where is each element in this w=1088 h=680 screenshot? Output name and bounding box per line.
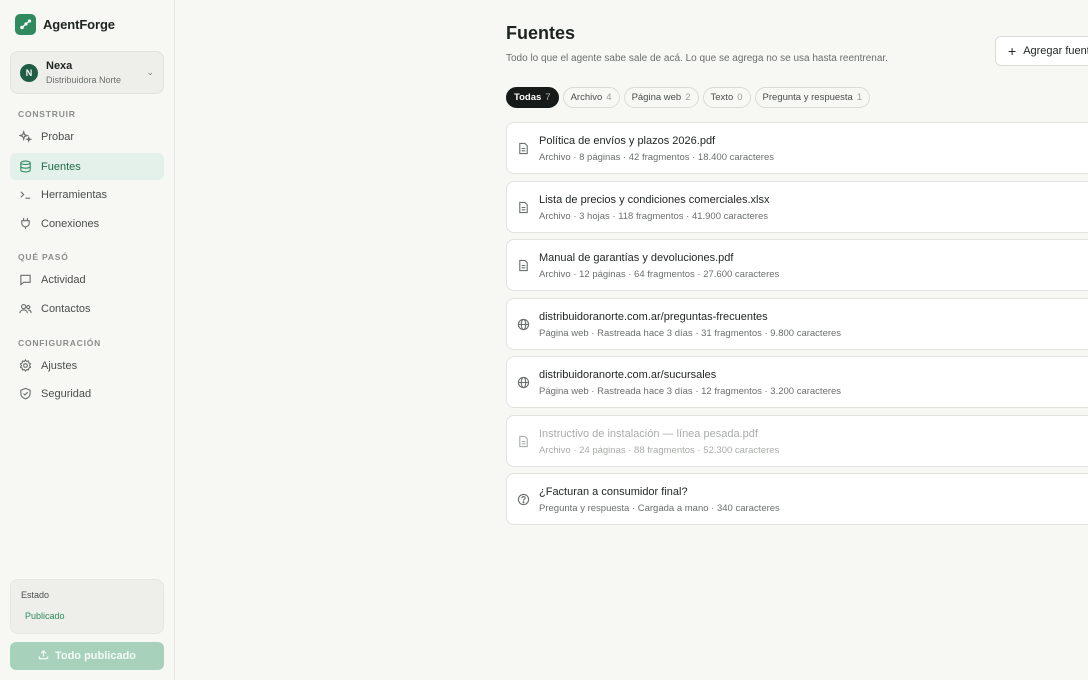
workspace-switcher[interactable]: N Nexa Distribuidora Norte ⌄ [10,51,164,94]
chip-count: 2 [685,92,691,103]
database-icon [19,160,32,173]
plus-icon: + [1008,43,1017,59]
publish-button-label: Todo publicado [54,650,137,662]
source-title: Lista de precios y condiciones comercial… [539,194,770,206]
source-meta: Página web · Rastreada hace 3 días · 31 … [539,328,842,339]
source-meta: Archivo · 8 páginas · 42 fragmentos · 18… [539,152,774,163]
sidebar-item-label: Actividad [41,273,86,286]
filter-chip-pregunta-respuesta[interactable]: Pregunta y respuesta 1 [754,87,871,108]
source-meta: Página web · Rastreada hace 3 días · 12 … [539,386,842,397]
filter-chip-archivo[interactable]: Archivo 4 [562,87,620,108]
filter-chips: Todas 7 Archivo 4 Página web 2 Texto 0 P… [506,87,871,108]
workspace-avatar: N [20,63,38,82]
chip-label: Texto [710,92,734,103]
sidebar-item-label: Herramientas [41,188,108,201]
sidebar-item-label: Ajustes [41,359,78,372]
filter-chip-todas[interactable]: Todas 7 [506,87,559,108]
source-meta: Archivo · 3 hojas · 118 fragmentos · 41.… [539,211,768,222]
nav-section-title: CONSTRUIR [18,109,76,119]
brand[interactable]: AgentForge [15,14,115,35]
add-source-label: Agregar fuente [1023,45,1088,57]
chip-label: Página web [631,92,682,103]
source-item[interactable]: Manual de garantías y devoluciones.pdf A… [506,239,1088,291]
sparkles-icon [19,130,32,143]
sidebar-item-ajustes[interactable]: Ajustes [10,352,164,379]
sidebar-item-actividad[interactable]: Actividad [10,266,164,293]
source-item[interactable]: distribuidoranorte.com.ar/sucursales Pág… [506,356,1088,408]
chevron-down-icon: ⌄ [146,67,154,77]
sidebar-item-label: Probar [41,130,75,143]
users-icon [19,302,32,315]
chip-count: 4 [606,92,612,103]
file-icon [517,435,530,448]
source-meta: Pregunta y respuesta · Cargada a mano · … [539,503,780,514]
shield-icon [19,387,32,400]
source-title: ¿Facturan a consumidor final? [539,486,688,498]
chip-label: Todas [514,92,542,103]
source-meta: Archivo · 12 páginas · 64 fragmentos · 2… [539,269,780,280]
status-label: Estado [21,590,50,600]
file-icon [517,259,530,272]
nav-section-title: QUÉ PASÓ [18,252,69,262]
sidebar-item-fuentes[interactable]: Fuentes [10,153,164,180]
source-item[interactable]: ¿Facturan a consumidor final? Pregunta y… [506,473,1088,525]
gear-icon [19,359,32,372]
filter-chip-texto[interactable]: Texto 0 [702,87,751,108]
source-item[interactable]: distribuidoranorte.com.ar/preguntas-frec… [506,298,1088,350]
chip-count: 1 [856,92,863,103]
file-icon [517,142,530,155]
workspace-org: Distribuidora Norte [46,74,122,85]
globe-icon [517,376,530,389]
plug-icon [19,217,32,230]
source-item[interactable]: Lista de precios y condiciones comercial… [506,181,1088,233]
sidebar-item-label: Contactos [41,302,91,315]
source-item[interactable]: Política de envíos y plazos 2026.pdf Arc… [506,122,1088,174]
source-title: Política de envíos y plazos 2026.pdf [539,135,716,147]
sidebar-item-label: Seguridad [41,387,92,400]
sidebar-item-conexiones[interactable]: Conexiones [10,210,164,237]
source-title: Instructivo de instalación — línea pesad… [539,428,758,440]
source-title: distribuidoranorte.com.ar/sucursales [539,369,717,381]
chip-label: Archivo [570,92,603,103]
publish-button[interactable]: Todo publicado [10,642,164,670]
question-icon [517,493,530,506]
chip-count: 7 [545,92,551,103]
file-icon [517,201,530,214]
globe-icon [517,318,530,331]
source-meta: Archivo · 24 páginas · 88 fragmentos · 5… [539,445,780,456]
sidebar-item-seguridad[interactable]: Seguridad [10,380,164,407]
sidebar: AgentForge N Nexa Distribuidora Norte ⌄ … [0,0,175,680]
source-item-disabled[interactable]: Instructivo de instalación — línea pesad… [506,415,1088,467]
page-subtitle: Todo lo que el agente sabe sale de acá. … [506,53,888,64]
status-card: Estado Publicado [10,579,164,634]
source-title: distribuidoranorte.com.ar/preguntas-frec… [539,311,768,323]
source-title: Manual de garantías y devoluciones.pdf [539,252,734,264]
upload-icon [38,649,49,663]
terminal-icon [19,188,32,201]
sidebar-item-probar[interactable]: Probar [10,123,164,150]
sidebar-item-contactos[interactable]: Contactos [10,295,164,322]
sidebar-item-herramientas[interactable]: Herramientas [10,181,164,208]
sidebar-item-label: Conexiones [41,217,100,230]
brand-name: AgentForge [43,17,115,32]
chip-count: 0 [737,92,743,103]
chat-icon [19,273,32,286]
workspace-name: Nexa [46,59,73,72]
page-title: Fuentes [506,23,576,43]
nav-section-title: CONFIGURACIÓN [18,338,102,348]
brand-logo-icon [15,14,36,35]
status-value: Publicado [25,611,65,621]
add-source-button[interactable]: + Agregar fuente [995,36,1088,66]
sidebar-item-label: Fuentes [41,160,81,173]
chip-label: Pregunta y respuesta [762,92,853,103]
filter-chip-pagina-web[interactable]: Página web 2 [623,87,699,108]
